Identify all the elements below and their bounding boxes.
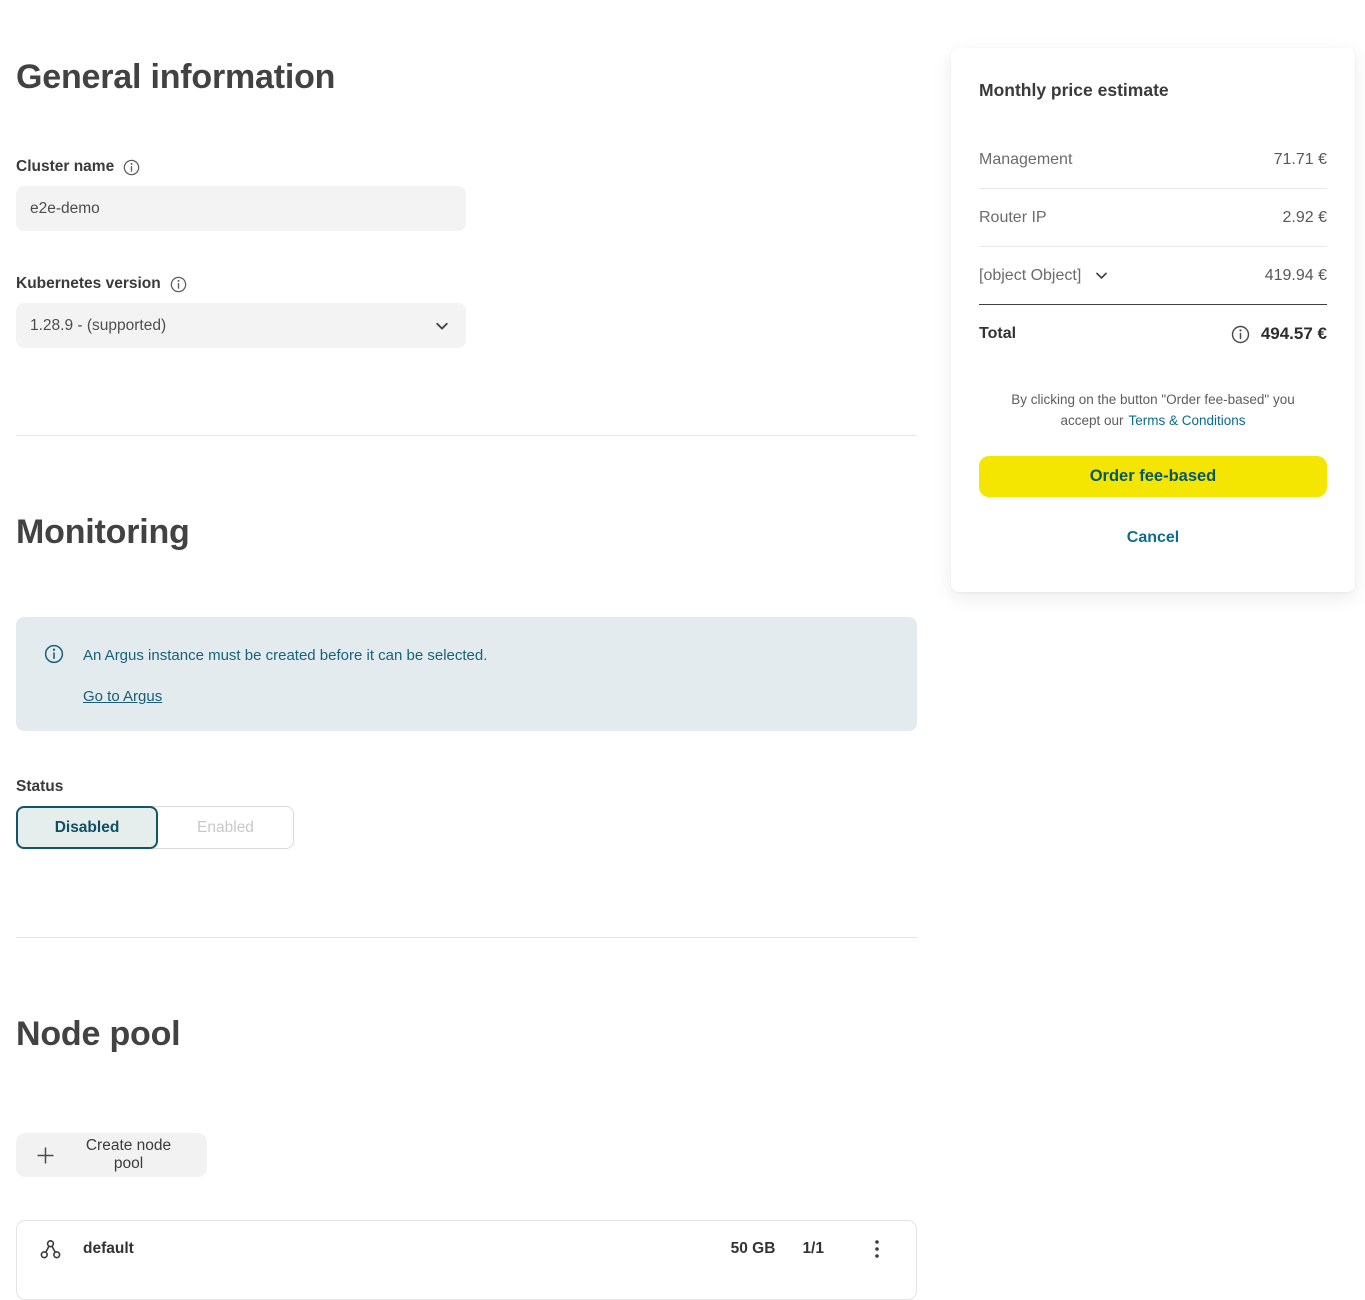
status-toggle-group: Disabled Enabled bbox=[16, 806, 294, 849]
node-pool-icon bbox=[39, 1238, 62, 1261]
price-row-value: 2.92 € bbox=[1283, 209, 1327, 227]
monitoring-title: Monitoring bbox=[16, 512, 190, 552]
go-to-argus-link[interactable]: Go to Argus bbox=[83, 688, 162, 705]
section-divider bbox=[16, 937, 917, 938]
cluster-name-info-icon[interactable] bbox=[123, 159, 140, 176]
disclaimer-line2-prefix: accept our bbox=[1060, 410, 1123, 431]
node-pool-name: default bbox=[83, 1240, 134, 1258]
plus-icon bbox=[36, 1146, 55, 1165]
create-node-pool-label: Create node pool bbox=[70, 1137, 187, 1173]
total-value: 494.57 € bbox=[1261, 324, 1327, 344]
price-rows: Management 71.71 € Router IP 2.92 € [obj… bbox=[979, 131, 1327, 363]
kubernetes-version-select[interactable]: 1.28.9 - (supported) bbox=[16, 303, 466, 348]
price-row-label: [object Object] bbox=[979, 267, 1081, 285]
price-row-value: 419.94 € bbox=[1265, 267, 1327, 285]
disclaimer-line1: By clicking on the button "Order fee-bas… bbox=[979, 389, 1327, 410]
cancel-button[interactable]: Cancel bbox=[979, 529, 1327, 547]
node-pool-row: default 50 GB 1/1 bbox=[16, 1220, 917, 1300]
alert-info-icon bbox=[44, 644, 64, 664]
cluster-name-label: Cluster name bbox=[16, 158, 114, 176]
node-pool-availability: 1/1 bbox=[802, 1240, 824, 1258]
status-option-enabled[interactable]: Enabled bbox=[152, 806, 294, 849]
price-row-node-pools: [object Object] 419.94 € bbox=[979, 247, 1327, 305]
price-total-row: Total 494.57 € bbox=[979, 305, 1327, 363]
status-option-disabled[interactable]: Disabled bbox=[16, 806, 158, 849]
terms-and-conditions-link[interactable]: Terms & Conditions bbox=[1129, 410, 1246, 431]
kubernetes-version-info-icon[interactable] bbox=[170, 276, 187, 293]
price-row-label: Router IP bbox=[979, 209, 1047, 227]
kubernetes-version-value: 1.28.9 - (supported) bbox=[30, 317, 166, 335]
order-disclaimer: By clicking on the button "Order fee-bas… bbox=[979, 389, 1327, 431]
kubernetes-version-label: Kubernetes version bbox=[16, 275, 161, 293]
price-card-title: Monthly price estimate bbox=[979, 79, 1327, 101]
status-label: Status bbox=[16, 778, 63, 796]
general-information-title: General information bbox=[16, 57, 335, 97]
chevron-down-icon bbox=[434, 318, 450, 334]
create-node-pool-button[interactable]: Create node pool bbox=[16, 1133, 207, 1177]
monthly-price-estimate-card: Monthly price estimate Management 71.71 … bbox=[951, 48, 1355, 592]
price-row-label: Management bbox=[979, 151, 1072, 169]
order-fee-based-button[interactable]: Order fee-based bbox=[979, 456, 1327, 497]
node-pool-title: Node pool bbox=[16, 1014, 180, 1054]
node-pool-volume-size: 50 GB bbox=[731, 1240, 776, 1258]
price-row-management: Management 71.71 € bbox=[979, 131, 1327, 189]
argus-info-alert: An Argus instance must be created before… bbox=[16, 617, 917, 731]
total-info-icon[interactable] bbox=[1231, 325, 1250, 344]
section-divider bbox=[16, 435, 917, 436]
cluster-name-input[interactable] bbox=[16, 186, 466, 231]
expand-row-chevron-icon[interactable] bbox=[1094, 268, 1109, 283]
node-pool-menu-button[interactable] bbox=[866, 1237, 888, 1261]
price-row-value: 71.71 € bbox=[1274, 151, 1327, 169]
total-label: Total bbox=[979, 325, 1016, 343]
price-row-router-ip: Router IP 2.92 € bbox=[979, 189, 1327, 247]
alert-message: An Argus instance must be created before… bbox=[83, 646, 487, 666]
